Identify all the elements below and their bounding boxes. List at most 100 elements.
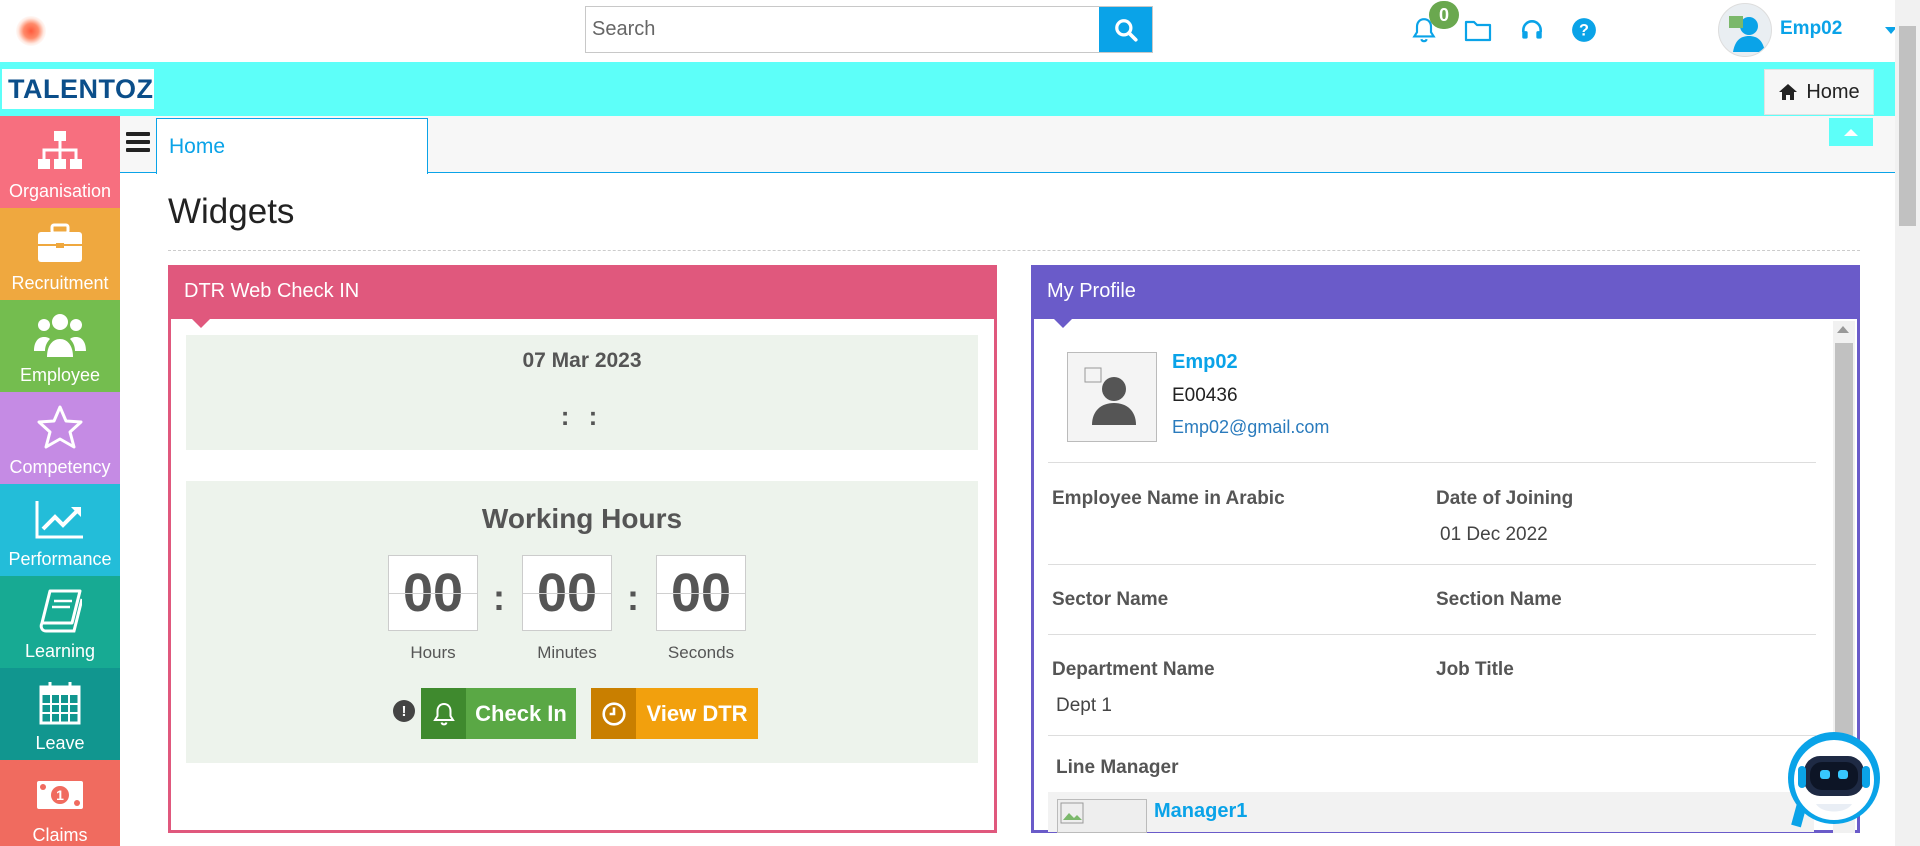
brand-logo[interactable]: TALENTOZ [2,69,154,109]
group-icon [34,311,86,359]
tab-home[interactable]: Home [156,118,428,174]
page-scrollbar-thumb[interactable] [1899,26,1916,226]
support-button[interactable] [1518,16,1546,44]
dtr-widget-header: DTR Web Check IN [168,265,997,319]
top-bar: 0 ? Emp02 [0,0,1920,62]
sidebar-item-competency[interactable]: Competency [0,392,120,484]
profile-divider [1048,735,1816,736]
sidebar-item-organisation[interactable]: Organisation [0,116,120,208]
dtr-header-pointer [192,319,210,328]
profile-divider [1048,634,1816,635]
notification-count-badge: 0 [1429,1,1459,29]
time-separator: : [493,577,505,618]
dtr-clock: : : [560,401,604,431]
sidebar: Organisation Recruitment Employee Compet… [0,116,120,846]
sidebar-item-learning[interactable]: Learning [0,576,120,668]
manager-photo [1057,799,1147,833]
working-hours-title: Working Hours [481,503,683,534]
time-separator: : [627,577,639,618]
trend-chart-icon [34,495,86,543]
hamburger-menu-icon[interactable] [126,132,150,156]
home-breadcrumb-label: Home [1806,80,1860,103]
chatbot-button[interactable] [1782,726,1882,830]
view-dtr-label: View DTR [646,700,748,726]
sidebar-item-label: Leave [35,733,85,753]
sidebar-item-claims[interactable]: 1 Claims [0,760,120,846]
profile-divider [1048,462,1816,463]
dtr-date: 07 Mar 2023 [522,349,642,372]
user-avatar[interactable] [1718,3,1772,57]
profile-name-link[interactable]: Emp02 [1172,351,1238,374]
sidebar-item-employee[interactable]: Employee [0,300,120,392]
view-dtr-button[interactable]: View DTR [591,688,758,739]
robot-assistant-icon [1788,732,1880,828]
star-icon [34,403,86,451]
date-of-joining-label: Date of Joining [1436,488,1574,509]
documents-button[interactable] [1464,16,1492,44]
broken-image-icon [1060,802,1084,824]
sidebar-item-label: Performance [8,549,112,569]
user-name-label[interactable]: Emp02 [1780,18,1842,40]
app-root: 0 ? Emp02 TALENTOZ Home Organisation [0,0,1920,846]
org-chart-icon [34,127,86,175]
profile-header-pointer [1054,319,1072,328]
hours-label: Hours [410,643,456,662]
svg-text:?: ? [1579,21,1589,39]
dtr-date-panel: 07 Mar 2023 : : [186,335,978,450]
svg-text:1: 1 [56,787,64,803]
sidebar-item-label: Recruitment [11,273,109,293]
check-in-button[interactable]: Check In [421,688,576,739]
arabic-name-label: Employee Name in Arabic [1052,488,1285,509]
book-icon [34,587,86,635]
briefcase-icon [34,219,86,267]
search-box [585,6,1153,53]
sidebar-item-label: Claims [32,825,88,845]
user-avatar-icon [1729,16,1765,52]
sidebar-item-recruitment[interactable]: Recruitment [0,208,120,300]
home-breadcrumb-button[interactable]: Home [1764,69,1874,115]
sidebar-item-label: Organisation [8,181,112,201]
tabs-bar: Home [120,116,1895,174]
collapse-header-button[interactable] [1829,118,1873,146]
sidebar-item-label: Competency [9,457,111,477]
sidebar-item-leave[interactable]: Leave [0,668,120,760]
brand-band [0,62,1895,116]
question-circle-icon: ? [1572,18,1596,42]
search-button[interactable] [1099,7,1152,52]
hours-counter: 00 [388,555,478,631]
sidebar-item-performance[interactable]: Performance [0,484,120,576]
home-icon [1779,84,1798,100]
person-icon [1084,367,1136,425]
sidebar-item-label: Learning [24,641,96,661]
search-input[interactable] [586,7,1100,52]
money-icon: 1 [34,771,86,819]
help-button[interactable]: ? [1570,16,1598,44]
scroll-up-arrow-icon[interactable] [1837,326,1849,333]
minutes-label: Minutes [537,643,597,662]
profile-scrollbar-thumb[interactable] [1835,343,1853,753]
title-divider [168,250,1860,251]
line-manager-label: Line Manager [1056,757,1179,778]
check-in-label: Check In [475,700,567,726]
date-of-joining-value: 01 Dec 2022 [1440,524,1548,545]
profile-email-link[interactable]: Emp02@gmail.com [1172,417,1329,438]
search-icon [1114,18,1138,42]
my-profile-header: My Profile [1031,265,1860,319]
page-title: Widgets [168,192,295,231]
profile-employee-id: E00436 [1172,385,1238,406]
sidebar-item-label: Employee [19,365,101,385]
folder-icon [1464,20,1492,42]
clock-icon [601,701,626,726]
job-title-label: Job Title [1436,659,1514,680]
line-manager-name-link[interactable]: Manager1 [1154,800,1247,823]
profile-photo [1067,352,1157,442]
calendar-icon [34,679,86,727]
department-name-label: Department Name [1052,659,1215,680]
headset-icon [1522,20,1542,39]
exclamation-icon[interactable]: ! [393,700,415,722]
app-logo-icon[interactable] [16,16,46,46]
bell-icon [432,702,455,725]
section-name-label: Section Name [1436,589,1562,610]
minutes-counter: 00 [522,555,612,631]
department-name-value: Dept 1 [1056,695,1112,716]
